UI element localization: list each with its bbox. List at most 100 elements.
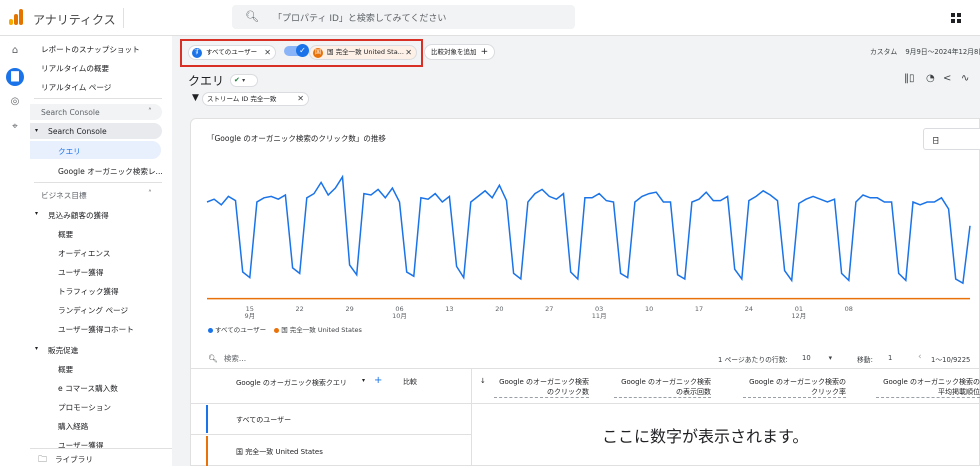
metric-header-impressions[interactable]: Google のオーガニック検索 の表示回数 bbox=[614, 377, 711, 398]
highlight-box bbox=[180, 39, 423, 67]
metric-header-position[interactable]: Google のオーガニック検索の平均掲載順位 bbox=[876, 377, 980, 398]
granularity-value: 日 bbox=[932, 136, 940, 145]
metric-header-clicks[interactable]: Google のオーガニック検索のクリック数 bbox=[494, 377, 589, 398]
sidebar-item-queries-label: クエリ bbox=[58, 147, 81, 156]
filter-chip[interactable]: ストリーム ID 完全一致 ✕ bbox=[202, 92, 309, 106]
filter-icon[interactable]: ▼ bbox=[192, 93, 199, 103]
date-range-picker[interactable]: カスタム 9月9日～2024年12月8日 bbox=[870, 46, 980, 56]
page-range: 1～10/9225 bbox=[931, 356, 971, 364]
prev-page-icon[interactable]: ‹ bbox=[918, 352, 922, 362]
legend-label: すべてのユーザー bbox=[215, 326, 267, 334]
search-placeholder: 「プロパティ ID」と検索してみてください bbox=[273, 14, 447, 24]
sidebar-divider bbox=[34, 98, 162, 99]
x-tick-month: 11月 bbox=[592, 312, 607, 320]
sidebar-item-acquisition-cohort[interactable]: ユーザー獲得コホート bbox=[58, 324, 134, 335]
section-search-console-label: Search Console bbox=[41, 108, 100, 117]
x-tick-month: 10月 bbox=[392, 312, 407, 320]
apps-grid-icon[interactable] bbox=[951, 13, 961, 23]
add-comparison-button[interactable]: 比較対象を追加 + bbox=[424, 44, 496, 60]
metric-line1: Google のオーガニック検索の bbox=[883, 378, 980, 386]
series-line-0 bbox=[206, 174, 971, 285]
sidebar-item-landing-page[interactable]: ランディング ページ bbox=[58, 305, 128, 316]
x-tick-label: 22 bbox=[296, 305, 304, 313]
compare-header: 比較 bbox=[403, 378, 417, 386]
table-row: すべてのユーザー bbox=[236, 416, 292, 424]
x-tick-label: 29 bbox=[345, 305, 353, 313]
metric-line2: のクリック数 bbox=[547, 388, 589, 396]
date-preset-label: カスタム bbox=[870, 48, 898, 56]
search-bar[interactable]: 🔍︎ 「プロパティ ID」と検索してみてください bbox=[232, 5, 575, 29]
report-status-dropdown[interactable]: ✔ ▾ bbox=[230, 74, 258, 87]
metric-line1: Google のオーガニック検索 bbox=[499, 378, 589, 386]
explore-icon[interactable]: ◎ bbox=[6, 93, 24, 111]
caret-down-icon: ▾ bbox=[35, 127, 39, 134]
analytics-logo[interactable] bbox=[9, 9, 23, 25]
sidebar-item-organic-search[interactable]: Google オーガニック検索レ... bbox=[58, 166, 163, 177]
sidebar-item-sales-overview[interactable]: 概要 bbox=[58, 364, 73, 375]
trend-icon[interactable]: ∿ bbox=[961, 73, 969, 84]
line-chart: 159月22 29 0610月13 20 27 0311月10 17 24 0112月08 bbox=[206, 174, 971, 320]
section-business-goals[interactable]: ビジネス目標 bbox=[41, 190, 87, 201]
library-label: ライブラリ bbox=[55, 455, 93, 464]
date-range-value: 9月9日～2024年12月8日 bbox=[905, 48, 980, 56]
group-sales[interactable]: 販売促進 bbox=[48, 345, 78, 356]
table-search[interactable]: 🔍︎ 検索... bbox=[208, 353, 246, 364]
advertising-icon[interactable]: ⌖ bbox=[6, 118, 24, 136]
metric-line2: クリック率 bbox=[811, 388, 846, 396]
home-icon[interactable]: ⌂ bbox=[6, 42, 24, 60]
sidebar-item-audiences[interactable]: オーディエンス bbox=[58, 248, 110, 259]
add-dimension-icon[interactable]: + bbox=[374, 375, 382, 386]
close-icon[interactable]: ✕ bbox=[297, 93, 304, 105]
sidebar-item-realtime-pages[interactable]: リアルタイム ページ bbox=[41, 82, 111, 93]
sidebar-item-snapshot[interactable]: レポートのスナップショット bbox=[41, 44, 140, 55]
search-icon: 🔍︎ bbox=[208, 354, 218, 363]
row-color-bar bbox=[206, 436, 208, 466]
reports-icon[interactable]: ▇ bbox=[6, 68, 24, 86]
legend-swatch bbox=[208, 327, 213, 333]
group-acquisition[interactable]: 見込み顧客の獲得 bbox=[48, 210, 109, 221]
chevron-up-icon[interactable]: ˄ bbox=[148, 189, 152, 198]
sidebar-item-purchase-journey[interactable]: 購入経路 bbox=[58, 421, 88, 432]
x-tick-month: 12月 bbox=[791, 312, 806, 320]
group-search-console-label: Search Console bbox=[48, 127, 107, 136]
page-title: クエリ bbox=[188, 74, 225, 88]
filter-chip-label: ストリーム ID 完全一致 bbox=[207, 95, 277, 103]
sidebar-item-ecommerce[interactable]: e コマース購入数 bbox=[58, 383, 118, 394]
caret-down-icon[interactable]: ▾ bbox=[362, 377, 365, 384]
share-icon[interactable]: < bbox=[943, 73, 951, 84]
placeholder-note: ここに数字が表示されます。 bbox=[602, 427, 809, 446]
metric-line2: の表示回数 bbox=[676, 388, 711, 396]
dimension-header[interactable]: Google のオーガニック検索クエリ bbox=[236, 378, 347, 388]
sidebar-item-user-acquisition[interactable]: ユーザー獲得 bbox=[58, 267, 103, 278]
legend-label: 国 完全一致 United States bbox=[281, 326, 362, 334]
compare-columns-icon[interactable]: ‖▯ bbox=[904, 73, 915, 84]
sidebar-item-realtime-overview[interactable]: リアルタイムの概要 bbox=[41, 63, 109, 74]
library-bar[interactable]: 🗀︎ ライブラリ bbox=[30, 448, 172, 466]
sidebar-item-queries[interactable] bbox=[30, 141, 161, 159]
goto-input[interactable]: 1 bbox=[888, 354, 892, 362]
chart-legend: すべてのユーザー 国 完全一致 United States bbox=[208, 324, 362, 334]
plus-icon: + bbox=[480, 47, 489, 57]
search-icon: 🔍︎ bbox=[245, 10, 259, 23]
x-tick-label: 08 bbox=[845, 305, 853, 313]
sort-arrow-icon[interactable]: ↓ bbox=[480, 377, 486, 385]
divider bbox=[190, 403, 980, 404]
divider bbox=[190, 434, 472, 435]
metric-line2: 平均掲載順位 bbox=[938, 388, 980, 396]
column-divider bbox=[471, 368, 472, 466]
rows-per-page-select[interactable]: 10 ▾ bbox=[802, 354, 832, 362]
sidebar-item-traffic-acquisition[interactable]: トラフィック獲得 bbox=[58, 286, 119, 297]
insights-icon[interactable]: ◔ bbox=[926, 73, 935, 84]
sidebar-divider bbox=[34, 182, 162, 183]
table-row: 国 完全一致 United States bbox=[236, 448, 323, 456]
caret-down-icon: ▾ bbox=[828, 354, 833, 362]
app-name: アナリティクス bbox=[33, 13, 116, 27]
sidebar-item-acq-overview[interactable]: 概要 bbox=[58, 229, 73, 240]
caret-down-icon: ▾ bbox=[35, 345, 39, 352]
chevron-up-icon[interactable]: ˄ bbox=[148, 107, 152, 116]
granularity-select[interactable]: 日 bbox=[923, 128, 980, 150]
sidebar-item-promotions[interactable]: プロモーション bbox=[58, 402, 111, 413]
table-search-placeholder: 検索... bbox=[223, 354, 247, 363]
metric-header-ctr[interactable]: Google のオーガニック検索の クリック率 bbox=[743, 377, 846, 398]
x-tick-label: 13 bbox=[445, 305, 453, 313]
